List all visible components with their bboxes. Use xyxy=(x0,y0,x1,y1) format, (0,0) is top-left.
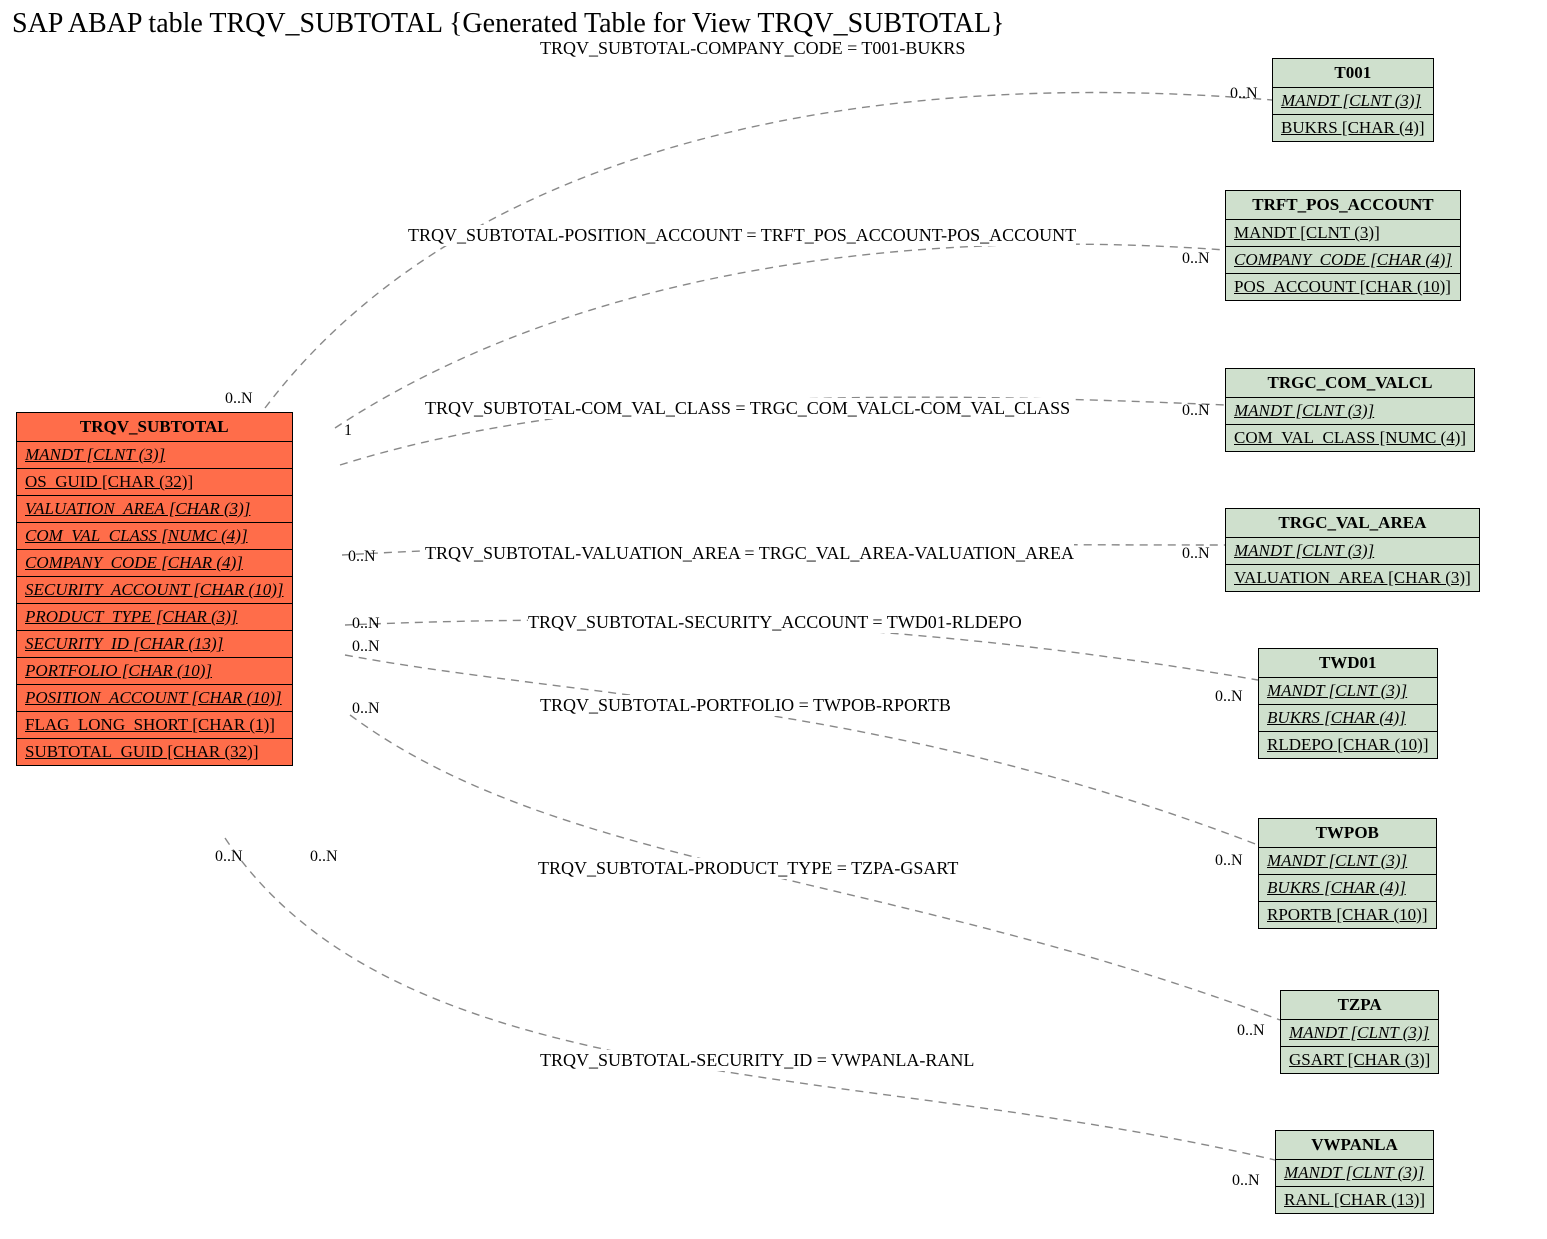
entity-field: COM_VAL_CLASS [NUMC (4)] xyxy=(1226,425,1474,451)
entity-field: MANDT [CLNT (3)] xyxy=(17,442,292,469)
entity-field: RLDEPO [CHAR (10)] xyxy=(1259,732,1437,758)
entity-field: POSITION_ACCOUNT [CHAR (10)] xyxy=(17,685,292,712)
entity-twd01: TWD01 MANDT [CLNT (3)] BUKRS [CHAR (4)] … xyxy=(1258,648,1438,759)
cardinality: 0..N xyxy=(352,615,380,633)
join-label: TRQV_SUBTOTAL-SECURITY_ACCOUNT = TWD01-R… xyxy=(528,612,1022,633)
entity-field: POS_ACCOUNT [CHAR (10)] xyxy=(1226,274,1460,300)
cardinality: 0..N xyxy=(225,390,253,408)
cardinality: 0..N xyxy=(1230,85,1258,103)
cardinality: 0..N xyxy=(1182,545,1210,563)
entity-field: SECURITY_ID [CHAR (13)] xyxy=(17,631,292,658)
entity-trft-pos-account: TRFT_POS_ACCOUNT MANDT [CLNT (3)] COMPAN… xyxy=(1225,190,1461,301)
cardinality: 0..N xyxy=(348,548,376,566)
entity-field: RANL [CHAR (13)] xyxy=(1276,1187,1433,1213)
entity-field: VALUATION_AREA [CHAR (3)] xyxy=(1226,565,1479,591)
entity-field: MANDT [CLNT (3)] xyxy=(1226,220,1460,247)
join-label: TRQV_SUBTOTAL-PORTFOLIO = TWPOB-RPORTB xyxy=(540,695,951,716)
entity-field: MANDT [CLNT (3)] xyxy=(1226,538,1479,565)
entity-tzpa: TZPA MANDT [CLNT (3)] GSART [CHAR (3)] xyxy=(1280,990,1439,1074)
entity-field: SUBTOTAL_GUID [CHAR (32)] xyxy=(17,739,292,765)
entity-t001: T001 MANDT [CLNT (3)] BUKRS [CHAR (4)] xyxy=(1272,58,1434,142)
entity-field: BUKRS [CHAR (4)] xyxy=(1273,115,1433,141)
entity-field: RPORTB [CHAR (10)] xyxy=(1259,902,1436,928)
join-label: TRQV_SUBTOTAL-POSITION_ACCOUNT = TRFT_PO… xyxy=(408,225,1076,246)
entity-field: MANDT [CLNT (3)] xyxy=(1273,88,1433,115)
entity-twpob: TWPOB MANDT [CLNT (3)] BUKRS [CHAR (4)] … xyxy=(1258,818,1437,929)
cardinality: 0..N xyxy=(1237,1022,1265,1040)
cardinality: 1 xyxy=(344,422,352,440)
entity-name: TRGC_VAL_AREA xyxy=(1226,509,1479,538)
entity-trgc-com-valcl: TRGC_COM_VALCL MANDT [CLNT (3)] COM_VAL_… xyxy=(1225,368,1475,452)
entity-field: GSART [CHAR (3)] xyxy=(1281,1047,1438,1073)
join-label: TRQV_SUBTOTAL-PRODUCT_TYPE = TZPA-GSART xyxy=(538,858,958,879)
entity-name: VWPANLA xyxy=(1276,1131,1433,1160)
entity-field: BUKRS [CHAR (4)] xyxy=(1259,705,1437,732)
entity-field: COM_VAL_CLASS [NUMC (4)] xyxy=(17,523,292,550)
entity-trgc-val-area: TRGC_VAL_AREA MANDT [CLNT (3)] VALUATION… xyxy=(1225,508,1480,592)
entity-name: T001 xyxy=(1273,59,1433,88)
cardinality: 0..N xyxy=(1182,402,1210,420)
cardinality: 0..N xyxy=(1182,250,1210,268)
entity-vwpanla: VWPANLA MANDT [CLNT (3)] RANL [CHAR (13)… xyxy=(1275,1130,1434,1214)
entity-field: MANDT [CLNT (3)] xyxy=(1259,678,1437,705)
cardinality: 0..N xyxy=(1215,852,1243,870)
entity-field: MANDT [CLNT (3)] xyxy=(1276,1160,1433,1187)
page-title: SAP ABAP table TRQV_SUBTOTAL {Generated … xyxy=(12,8,1004,40)
entity-field: OS_GUID [CHAR (32)] xyxy=(17,469,292,496)
entity-field: SECURITY_ACCOUNT [CHAR (10)] xyxy=(17,577,292,604)
entity-name: TRGC_COM_VALCL xyxy=(1226,369,1474,398)
entity-field: MANDT [CLNT (3)] xyxy=(1226,398,1474,425)
entity-field: VALUATION_AREA [CHAR (3)] xyxy=(17,496,292,523)
entity-field: PRODUCT_TYPE [CHAR (3)] xyxy=(17,604,292,631)
cardinality: 0..N xyxy=(352,638,380,656)
entity-field: FLAG_LONG_SHORT [CHAR (1)] xyxy=(17,712,292,739)
cardinality: 0..N xyxy=(1215,688,1243,706)
entity-field: MANDT [CLNT (3)] xyxy=(1259,848,1436,875)
entity-field: PORTFOLIO [CHAR (10)] xyxy=(17,658,292,685)
entity-field: MANDT [CLNT (3)] xyxy=(1281,1020,1438,1047)
join-label: TRQV_SUBTOTAL-COMPANY_CODE = T001-BUKRS xyxy=(540,38,965,59)
join-label: TRQV_SUBTOTAL-VALUATION_AREA = TRGC_VAL_… xyxy=(425,543,1074,564)
entity-name: TWD01 xyxy=(1259,649,1437,678)
cardinality: 0..N xyxy=(1232,1172,1260,1190)
entity-name: TZPA xyxy=(1281,991,1438,1020)
cardinality: 0..N xyxy=(310,848,338,866)
entity-name: TRFT_POS_ACCOUNT xyxy=(1226,191,1460,220)
join-label: TRQV_SUBTOTAL-SECURITY_ID = VWPANLA-RANL xyxy=(540,1050,974,1071)
join-label: TRQV_SUBTOTAL-COM_VAL_CLASS = TRGC_COM_V… xyxy=(425,398,1070,419)
cardinality: 0..N xyxy=(352,700,380,718)
entity-main: TRQV_SUBTOTAL MANDT [CLNT (3)] OS_GUID [… xyxy=(16,412,293,766)
entity-main-name: TRQV_SUBTOTAL xyxy=(17,413,292,442)
entity-field: COMPANY_CODE [CHAR (4)] xyxy=(17,550,292,577)
entity-name: TWPOB xyxy=(1259,819,1436,848)
entity-field: BUKRS [CHAR (4)] xyxy=(1259,875,1436,902)
cardinality: 0..N xyxy=(215,848,243,866)
entity-field: COMPANY_CODE [CHAR (4)] xyxy=(1226,247,1460,274)
